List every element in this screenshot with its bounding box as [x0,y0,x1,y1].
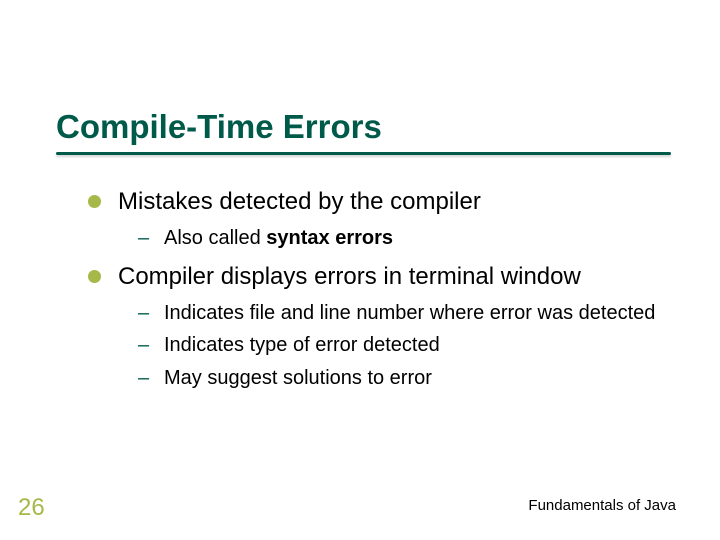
bullet-list-l2: Also called syntax errors [118,226,670,250]
list-item-text: Mistakes detected by the compiler [118,188,481,215]
title-block: Compile-Time Errors [56,108,680,155]
list-item: May suggest solutions to error [138,366,670,390]
list-item-text: May suggest solutions to error [164,367,432,389]
list-item: Compiler displays errors in terminal win… [88,263,670,390]
list-item: Mistakes detected by the compiler Also c… [88,188,670,251]
list-item: Indicates file and line number where err… [138,301,670,325]
list-item-text: Indicates type of error detected [164,334,440,356]
list-item-bold: syntax errors [266,227,393,249]
slide: Compile-Time Errors Mistakes detected by… [0,0,720,540]
bullet-list-l1: Mistakes detected by the compiler Also c… [88,188,670,390]
slide-title: Compile-Time Errors [56,108,680,146]
list-item: Indicates type of error detected [138,333,670,357]
footer-text: Fundamentals of Java [528,497,676,514]
list-item-text: Compiler displays errors in terminal win… [118,263,581,290]
list-item-text: Indicates file and line number where err… [164,302,655,324]
slide-content: Mistakes detected by the compiler Also c… [88,188,670,402]
bullet-list-l2: Indicates file and line number where err… [118,301,670,390]
list-item-text: Also called [164,227,266,249]
page-number: 26 [18,494,45,522]
title-underline [56,152,671,155]
list-item: Also called syntax errors [138,226,670,250]
